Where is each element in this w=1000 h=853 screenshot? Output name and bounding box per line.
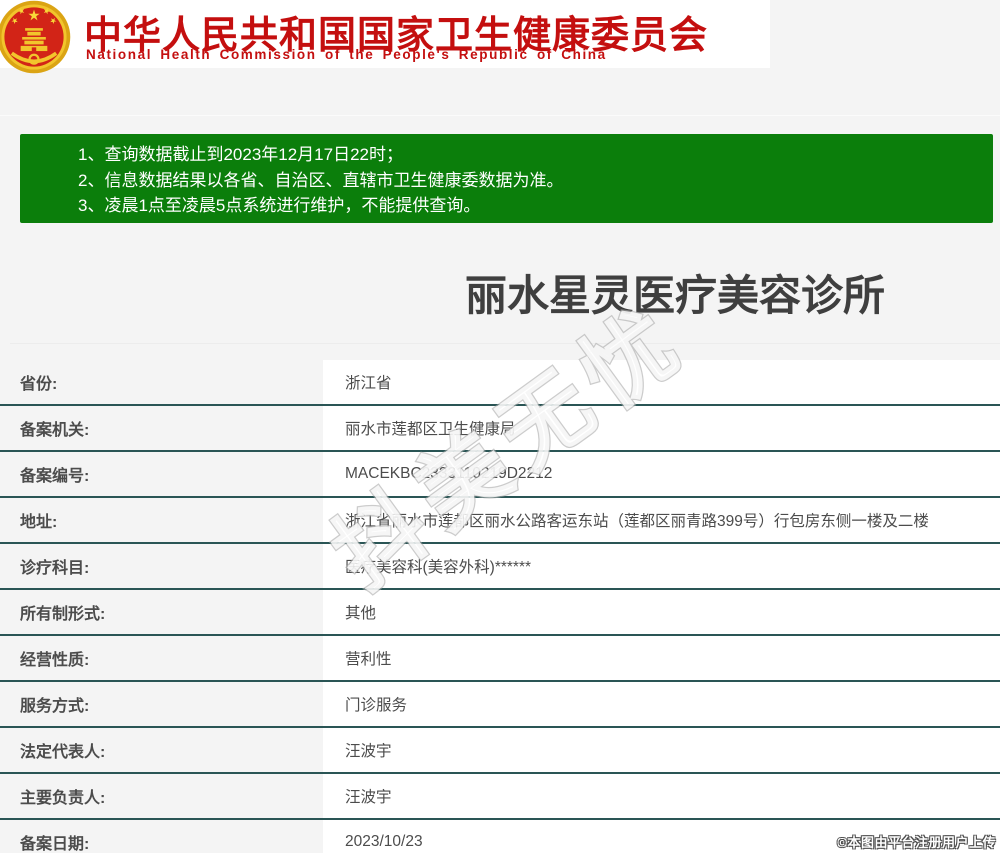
row-label: 备案编号: (0, 452, 323, 496)
table-row-legal-representative: 法定代表人: 汪波宇 (0, 728, 1000, 774)
row-label: 诊疗科目: (0, 544, 323, 588)
row-label: 备案日期: (0, 820, 323, 853)
notice-box: 1、查询数据截止到2023年12月17日22时； 2、信息数据结果以各省、自治区… (20, 134, 993, 223)
row-value: 门诊服务 (345, 697, 408, 714)
china-national-emblem-icon (0, 0, 71, 74)
record-table: 省份: 浙江省 备案机关: 丽水市莲都区卫生健康局 备案编号: MACEKBC2… (0, 360, 1000, 853)
header-title-en: National Health Commission of the People… (86, 47, 607, 62)
page: 中华人民共和国国家卫生健康委员会 National Health Commiss… (0, 0, 1000, 853)
upload-credit-text: ©本图由平台注册用户上传 (837, 835, 996, 850)
row-label: 省份: (0, 360, 323, 404)
row-value: 浙江省丽水市莲都区丽水公路客运东站（莲都区丽青路399号）行包房东侧一楼及二楼 (345, 513, 929, 530)
row-label: 备案机关: (0, 406, 323, 450)
row-value: 营利性 (345, 651, 392, 668)
row-label: 所有制形式: (0, 590, 323, 634)
row-label: 服务方式: (0, 682, 323, 726)
row-value: 汪波宇 (345, 789, 392, 806)
table-row-business-nature: 经营性质: 营利性 (0, 636, 1000, 682)
header-divider (0, 115, 1000, 116)
row-label: 主要负责人: (0, 774, 323, 818)
row-value: 医疗美容科(美容外科)****** (345, 559, 532, 576)
row-label: 经营性质: (0, 636, 323, 680)
table-row-province: 省份: 浙江省 (0, 360, 1000, 406)
row-value: 其他 (345, 605, 377, 622)
table-row-main-person-in-charge: 主要负责人: 汪波宇 (0, 774, 1000, 820)
notice-line-2: 2、信息数据结果以各省、自治区、直辖市卫生健康委数据为准。 (78, 170, 564, 190)
header-bar: 中华人民共和国国家卫生健康委员会 National Health Commiss… (0, 0, 770, 74)
table-row-service-mode: 服务方式: 门诊服务 (0, 682, 1000, 728)
row-value: 丽水市莲都区卫生健康局 (345, 421, 516, 438)
notice-line-1: 1、查询数据截止到2023年12月17日22时； (78, 145, 403, 164)
table-row-filing-authority: 备案机关: 丽水市莲都区卫生健康局 (0, 406, 1000, 452)
row-value: MACEKBC2333110219D2212 (345, 465, 553, 482)
row-label: 法定代表人: (0, 728, 323, 772)
row-value: 汪波宇 (345, 743, 392, 760)
row-value: 浙江省 (345, 375, 392, 392)
row-label: 地址: (0, 498, 323, 542)
table-row-ownership: 所有制形式: 其他 (0, 590, 1000, 636)
record-title: 丽水星灵医疗美容诊所 (464, 272, 886, 319)
table-row-filing-number: 备案编号: MACEKBC2333110219D2212 (0, 452, 1000, 498)
table-row-treatment-subjects: 诊疗科目: 医疗美容科(美容外科)****** (0, 544, 1000, 590)
notice-line-3: 3、凌晨1点至凌晨5点系统进行维护，不能提供查询。 (78, 196, 481, 215)
table-row-address: 地址: 浙江省丽水市莲都区丽水公路客运东站（莲都区丽青路399号）行包房东侧一楼… (0, 498, 1000, 544)
table-top-divider (10, 343, 1000, 344)
